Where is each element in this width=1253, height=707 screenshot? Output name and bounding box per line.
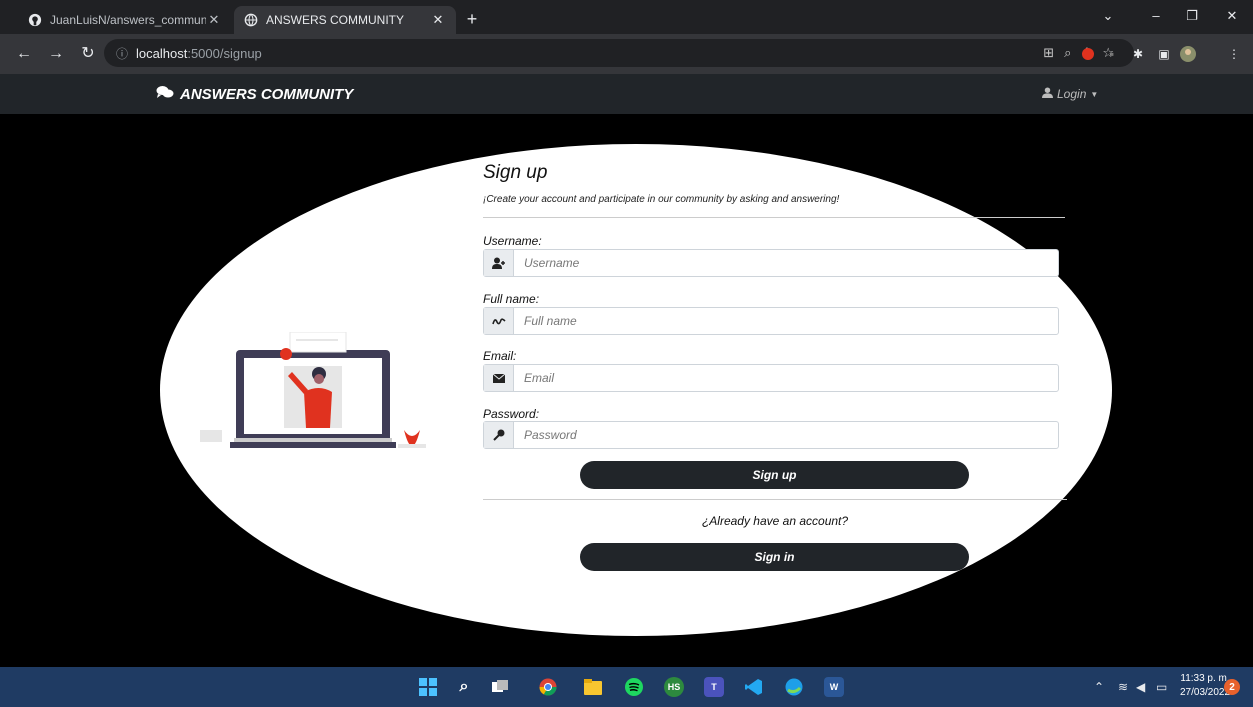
system-clock[interactable]: 11:33 p. m. 27/03/2022 (1180, 672, 1230, 700)
sign-up-button[interactable]: Sign up (580, 461, 969, 489)
brand-link[interactable]: ANSWERS COMMUNITY (156, 85, 353, 103)
extension-shield-icon[interactable] (1080, 46, 1096, 62)
tab-title: JuanLuisN/answers_community (50, 13, 206, 27)
form-title: Sign up (483, 162, 548, 183)
translate-icon[interactable]: ⊞ (1043, 45, 1054, 61)
close-icon[interactable]: ✕ (206, 12, 222, 28)
extension-icon[interactable]: ▪ (1104, 46, 1120, 62)
task-view-icon[interactable] (490, 677, 510, 697)
tab-answers-community[interactable]: ANSWERS COMMUNITY ✕ (234, 6, 456, 34)
comments-icon (156, 85, 174, 103)
clock-date: 27/03/2022 (1180, 687, 1231, 698)
spotify-icon[interactable] (624, 677, 644, 697)
windows-start-icon[interactable] (418, 677, 438, 697)
github-icon (28, 13, 42, 27)
close-icon[interactable]: ✕ (430, 12, 446, 28)
form-subtitle: ¡Create your account and participate in … (483, 194, 840, 205)
windows-taskbar: ⌕ HS T W ⌃ ≋ ◀ ▭ 11:33 p. m. 27/03/2022 … (0, 667, 1253, 707)
divider (483, 217, 1065, 218)
teams-icon[interactable]: T (704, 677, 724, 697)
window-close-icon[interactable]: ✕ (1222, 8, 1242, 24)
info-icon[interactable]: ⓘ (116, 45, 128, 62)
chrome-icon[interactable] (538, 677, 558, 697)
wifi-icon[interactable]: ≋ (1118, 680, 1128, 694)
minimize-icon[interactable]: – (1146, 8, 1166, 23)
key-icon (484, 422, 514, 448)
email-label: Email: (483, 349, 517, 363)
tab-title: ANSWERS COMMUNITY (266, 13, 404, 27)
laptop-illustration (200, 331, 440, 452)
username-label: Username: (483, 234, 542, 248)
username-group (483, 249, 1059, 277)
user-add-icon (484, 250, 514, 276)
password-group (483, 421, 1059, 449)
fullname-group (483, 307, 1059, 335)
fullname-input[interactable] (514, 308, 1058, 334)
notification-badge[interactable]: 2 (1224, 679, 1240, 695)
battery-icon[interactable]: ▭ (1156, 680, 1167, 694)
url-path: :5000/signup (187, 45, 262, 61)
menu-kebab-icon[interactable]: ⋮ (1226, 46, 1242, 62)
tab-github[interactable]: JuanLuisN/answers_community ✕ (18, 6, 232, 34)
fullname-label: Full name: (483, 292, 540, 306)
word-icon[interactable]: W (824, 677, 844, 697)
email-input[interactable] (514, 365, 1058, 391)
back-arrow-icon[interactable]: ← (14, 44, 34, 64)
volume-icon[interactable]: ◀ (1136, 680, 1145, 694)
zoom-icon[interactable]: ⌕ (1064, 45, 1071, 61)
profile-avatar-icon[interactable] (1180, 46, 1196, 62)
brand-name: ANSWERS COMMUNITY (180, 85, 354, 103)
forward-arrow-icon[interactable]: → (46, 44, 66, 64)
login-dropdown[interactable]: Login ▼ (1042, 87, 1098, 101)
tab-search-icon[interactable]: ⌄ (1098, 8, 1118, 24)
password-label: Password: (483, 407, 540, 421)
email-group (483, 364, 1059, 392)
restore-icon[interactable]: ❐ (1182, 8, 1202, 24)
username-input[interactable] (514, 250, 1058, 276)
puzzle-icon[interactable]: ✱ (1130, 46, 1146, 62)
user-icon (1042, 87, 1053, 101)
vscode-icon[interactable] (744, 677, 764, 697)
globe-icon (244, 13, 258, 27)
site-navbar: ANSWERS COMMUNITY Login ▼ (0, 74, 1253, 114)
browser-toolbar: ← → ↻ ⓘ localhost:5000/signup ⊞ ⌕ ⇪ ☆ ▪ … (0, 34, 1253, 74)
login-label: Login (1057, 87, 1087, 101)
hs-app-icon[interactable]: HS (664, 677, 684, 697)
envelope-icon (484, 365, 514, 391)
search-icon[interactable]: ⌕ (454, 677, 474, 697)
divider (483, 499, 1067, 500)
address-bar[interactable]: ⓘ localhost:5000/signup ⊞ ⌕ ⇪ ☆ (104, 39, 1134, 67)
browser-tab-strip: JuanLuisN/answers_community ✕ ANSWERS CO… (0, 0, 1253, 34)
new-tab-button[interactable]: + (462, 10, 482, 28)
already-account-text: ¿Already have an account? (701, 514, 849, 528)
file-explorer-icon[interactable] (583, 677, 603, 697)
password-input[interactable] (514, 422, 1058, 448)
url-host: localhost (136, 45, 188, 61)
sign-in-button[interactable]: Sign in (580, 543, 969, 571)
edge-icon[interactable] (784, 677, 804, 697)
reload-icon[interactable]: ↻ (78, 44, 98, 64)
signature-icon (484, 308, 514, 334)
side-panel-icon[interactable]: ▣ (1156, 46, 1172, 62)
clock-time: 11:33 p. m. (1180, 673, 1230, 684)
caret-down-icon: ▼ (1090, 89, 1099, 99)
chevron-up-icon[interactable]: ⌃ (1094, 680, 1104, 694)
page-content: Sign up ¡Create your account and partici… (0, 114, 1253, 667)
